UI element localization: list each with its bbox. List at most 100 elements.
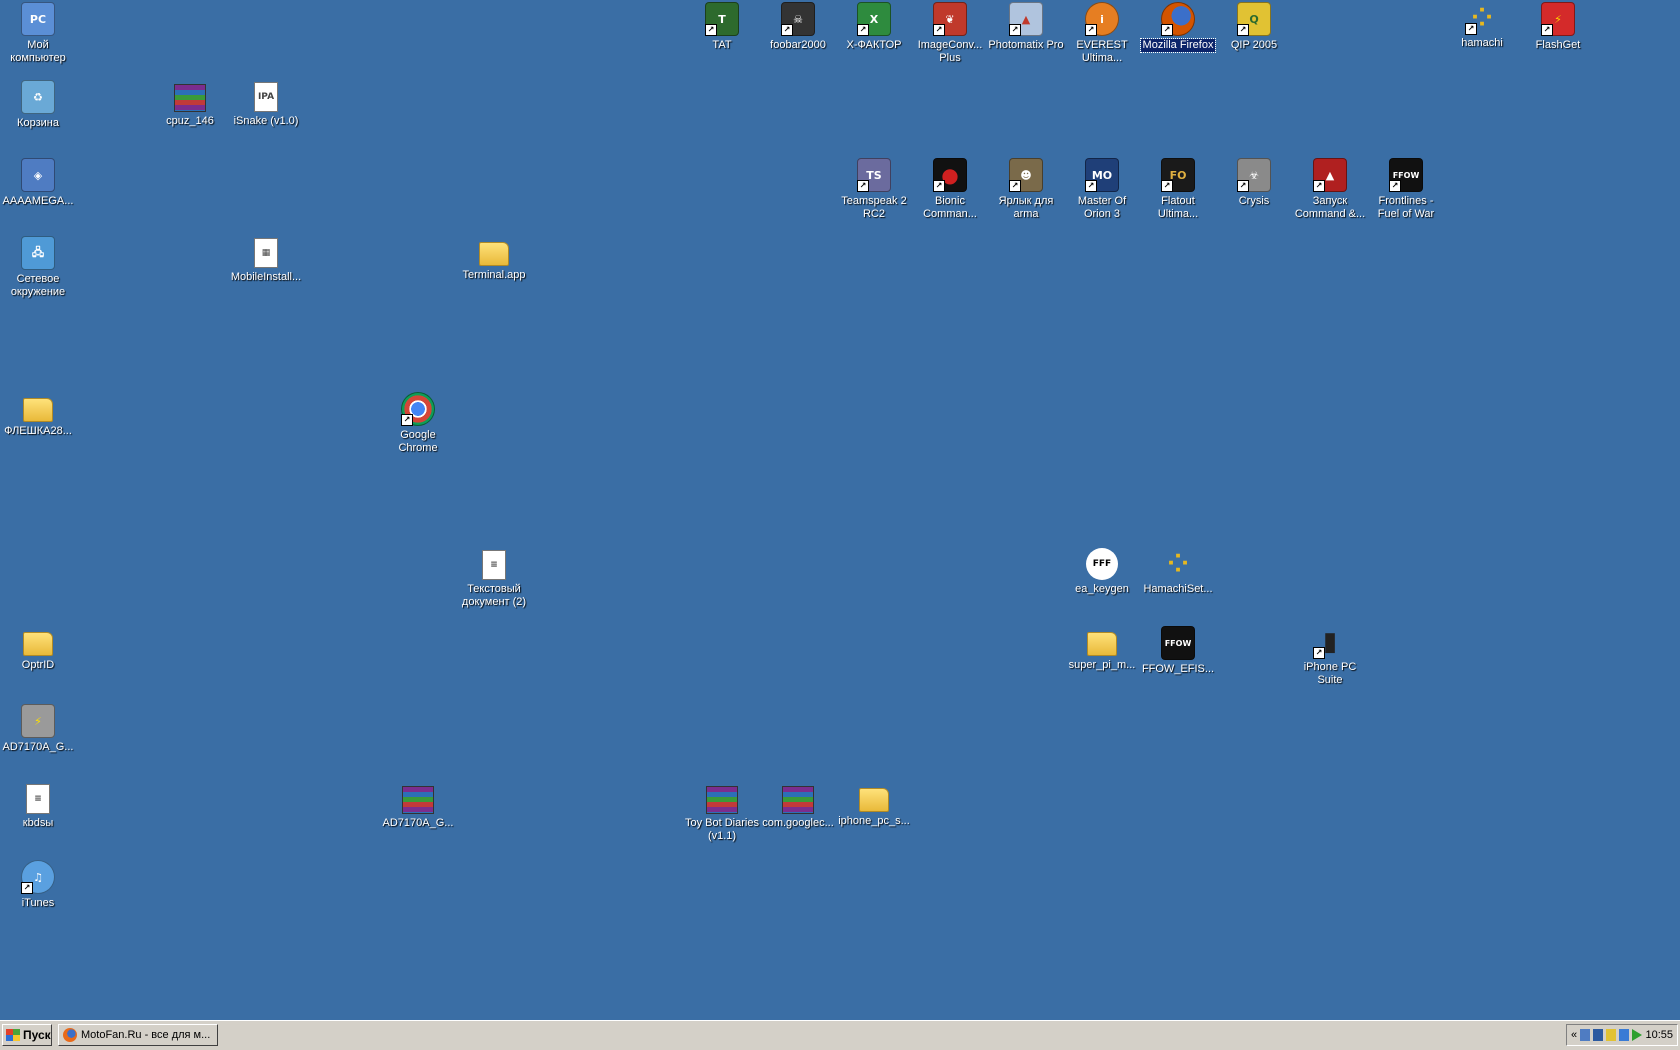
icon-label: AD7170A_G... <box>2 741 74 753</box>
computer-icon: PC <box>21 2 55 36</box>
shortcut-arrow-icon: ↗ <box>1085 24 1097 36</box>
tat-icon: T ↗ <box>705 2 739 36</box>
folder-icon <box>23 632 53 656</box>
hamachi-setup-icon: ⁘ <box>1162 548 1194 580</box>
desktop-icon-hamachi[interactable]: ⁘ ↗ hamachi <box>1444 2 1520 50</box>
icon-label: Frontlines - Fuel of War <box>1377 195 1435 220</box>
icon-label: Сетевое окружение <box>10 273 66 298</box>
start-button[interactable]: Пуск <box>2 1024 52 1046</box>
winrar-archive-icon <box>174 84 206 112</box>
desktop-icon-super-pi[interactable]: super_pi_m... <box>1064 626 1140 672</box>
desktop-icon-bionic[interactable]: ● ↗ Bionic Comman... <box>912 158 988 221</box>
shortcut-arrow-icon: ↗ <box>1009 180 1021 192</box>
desktop-icon-flatout[interactable]: FO ↗ Flatout Ultima... <box>1140 158 1216 221</box>
icon-label: iPhone PC Suite <box>1303 661 1357 686</box>
shortcut-arrow-icon: ↗ <box>401 414 413 426</box>
crysis-glyph: ☣ <box>1249 168 1259 182</box>
desktop-icon-hamachi-setup[interactable]: ⁘ HamachiSet... <box>1140 548 1216 596</box>
desktop-icon-firefox[interactable]: ↗ Mozilla Firefox <box>1139 2 1217 53</box>
desktop-icon-recycle-bin[interactable]: ♻ Корзина <box>0 80 76 130</box>
desktop-icon-ffow[interactable]: FFOW ↗ Frontlines - Fuel of War <box>1368 158 1444 221</box>
desktop-icon-x-factor[interactable]: X ↗ X-ФАКТОР <box>836 2 912 52</box>
icon-label: QIP 2005 <box>1230 39 1278 51</box>
taskbar-button-firefox[interactable]: MotoFan.Ru - все для м... <box>58 1024 218 1046</box>
desktop-icon-photomatix[interactable]: ▲ ↗ Photomatix Pro <box>988 2 1064 52</box>
shortcut-arrow-icon: ↗ <box>1313 647 1325 659</box>
desktop-icon-crysis[interactable]: ☣ ↗ Crysis <box>1216 158 1292 208</box>
imageconverter-icon: ❦ ↗ <box>933 2 967 36</box>
desktop-icon-iphone-pc-s[interactable]: iphone_pc_s... <box>836 782 912 828</box>
desktop-icon-ffow-efis[interactable]: FFOW FFOW_EFIS... <box>1140 626 1216 676</box>
desktop-icon-fleshka[interactable]: ФЛЕШКА28... <box>0 392 76 438</box>
desktop-icon-cpuz[interactable]: cpuz_146 <box>152 80 228 128</box>
icon-label: MobileInstall... <box>230 271 302 283</box>
desktop-icon-flashget[interactable]: ⚡ ↗ FlashGet <box>1520 2 1596 52</box>
icon-label: Запуск Command &... <box>1294 195 1366 220</box>
play-tray-icon[interactable] <box>1632 1029 1643 1041</box>
qip-icon: Q ↗ <box>1237 2 1271 36</box>
icon-label: Crysis <box>1238 195 1270 207</box>
desktop-icon-imageconv[interactable]: ❦ ↗ ImageConv... Plus <box>912 2 988 65</box>
arma-soldier-icon: ☻ ↗ <box>1009 158 1043 192</box>
desktop-icon-text-doc[interactable]: ≡ Текстовый документ (2) <box>456 548 532 609</box>
shortcut-arrow-icon: ↗ <box>933 24 945 36</box>
shortcut-arrow-icon: ↗ <box>1161 24 1173 36</box>
ffow-efis-glyph: FFOW <box>1164 638 1192 648</box>
desktop-icon-command-conquer[interactable]: ▲ ↗ Запуск Command &... <box>1292 158 1368 221</box>
icon-label: com.googlec... <box>762 817 834 829</box>
desktop-icon-isnake[interactable]: IPA iSnake (v1.0) <box>228 80 304 128</box>
monitor-tray-icon[interactable] <box>1593 1029 1604 1041</box>
everest-info-icon: i ↗ <box>1085 2 1119 36</box>
recycle-bin-icon: ♻ <box>21 80 55 114</box>
desktop-icon-arma[interactable]: ☻ ↗ Ярлык для arma <box>988 158 1064 221</box>
clock[interactable]: 10:55 <box>1645 1029 1673 1041</box>
cnc-glyph: ▲ <box>1325 168 1335 182</box>
icon-label: кbdsы <box>22 817 54 829</box>
network-connection-tray-icon[interactable] <box>1619 1029 1630 1041</box>
icon-label: Toy Bot Diaries (v1.1) <box>685 817 759 842</box>
desktop-icon-ea-keygen[interactable]: FFF ea_keygen <box>1064 548 1140 596</box>
network-places-icon: 🖧 <box>21 236 55 270</box>
photomatix-icon: ▲ ↗ <box>1009 2 1043 36</box>
tray-expand-chevron-icon[interactable]: « <box>1571 1029 1577 1041</box>
desktop-icon-moo3[interactable]: MO ↗ Master Of Orion 3 <box>1064 158 1140 221</box>
warning-tray-icon[interactable] <box>1606 1029 1617 1041</box>
desktop-icon-iphone-pc-suite[interactable]: ▮ ↗ iPhone PC Suite <box>1292 626 1368 687</box>
desktop-icon-aaaamega[interactable]: ◈ AAAAMEGA... <box>0 158 76 208</box>
desktop-icon-qip[interactable]: Q ↗ QIP 2005 <box>1216 2 1292 52</box>
desktop-icon-tat[interactable]: T ↗ TAT <box>684 2 760 52</box>
ea-keygen-glyph: FFF <box>1092 559 1112 569</box>
network-tray-icon[interactable] <box>1580 1029 1591 1041</box>
desktop-icon-mobileinstall[interactable]: ▦ MobileInstall... <box>228 236 304 284</box>
desktop-icon-ad7170a-exe[interactable]: ⚡ AD7170A_G... <box>0 704 76 754</box>
itunes-glyph: ♫ <box>33 870 43 884</box>
shortcut-arrow-icon: ↗ <box>1465 23 1477 35</box>
desktop-icon-itunes[interactable]: ♫ ↗ iTunes <box>0 860 76 910</box>
desktop-icon-network[interactable]: 🖧 Сетевое окружение <box>0 236 76 299</box>
desktop-icon-optrid[interactable]: OptrID <box>0 626 76 672</box>
icon-label: foobar2000 <box>770 39 826 51</box>
icon-label: super_pi_m... <box>1068 659 1136 671</box>
bionic-commando-icon: ● ↗ <box>933 158 967 192</box>
desktop-icon-kbdsbi[interactable]: ≡ кbdsы <box>0 782 76 830</box>
photomatix-glyph: ▲ <box>1021 12 1031 26</box>
icon-label: X-ФАКТОР <box>846 39 902 51</box>
icon-label: Mozilla Firefox <box>1139 38 1217 53</box>
desktop-icon-foobar2000[interactable]: ☠ ↗ foobar2000 <box>760 2 836 52</box>
desktop-icon-everest[interactable]: i ↗ EVEREST Ultima... <box>1064 2 1140 65</box>
desktop[interactable]: PC Мой компьютер ♻ Корзина ◈ AAAAMEGA...… <box>0 0 1680 1020</box>
desktop-icon-terminal-app[interactable]: Terminal.app <box>456 236 532 282</box>
shortcut-arrow-icon: ↗ <box>933 180 945 192</box>
desktop-icon-teamspeak[interactable]: TS ↗ Teamspeak 2 RC2 <box>836 158 912 221</box>
desktop-icon-toy-bot[interactable]: Toy Bot Diaries (v1.1) <box>684 782 760 843</box>
desktop-icon-ad7170a-rar[interactable]: AD7170A_G... <box>380 782 456 830</box>
desktop-icon-com-google[interactable]: com.googlec... <box>760 782 836 830</box>
desktop-icon-my-computer[interactable]: PC Мой компьютер <box>0 2 76 65</box>
hamachi-icon: ⁘ ↗ <box>1465 2 1498 35</box>
shortcut-arrow-icon: ↗ <box>705 24 717 36</box>
system-tray: « 10:55 <box>1566 1024 1678 1046</box>
shortcut-arrow-icon: ↗ <box>1009 24 1021 36</box>
text-document-icon: ≡ <box>482 550 506 580</box>
folder-icon <box>1087 632 1117 656</box>
desktop-icon-google-chrome[interactable]: ↗ Google Chrome <box>380 392 456 455</box>
